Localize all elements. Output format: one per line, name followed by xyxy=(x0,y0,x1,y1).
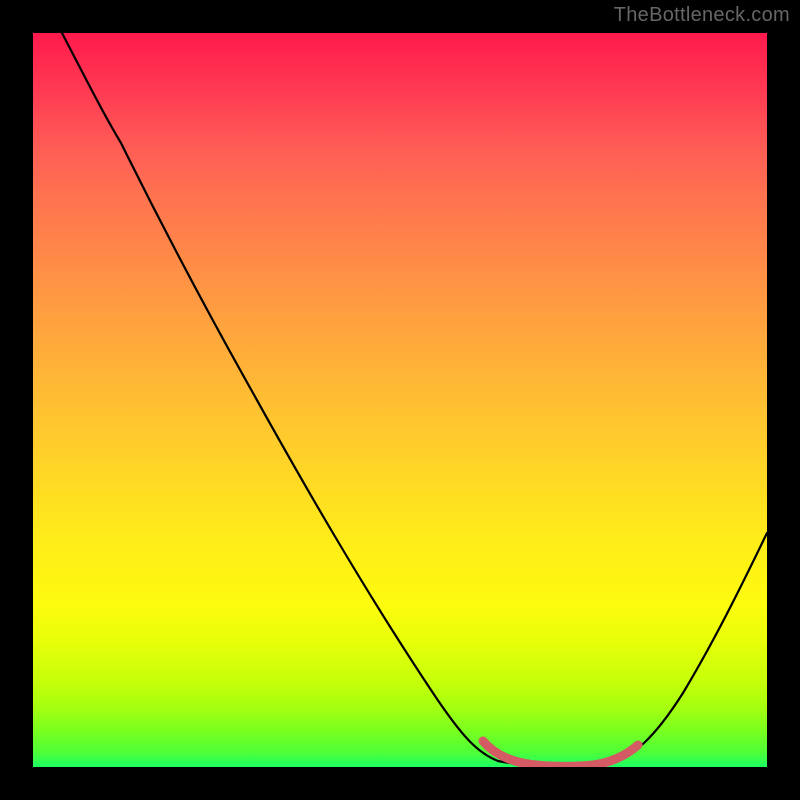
chart-plot-area xyxy=(33,33,767,767)
bottleneck-curve xyxy=(62,33,767,766)
watermark-text: TheBottleneck.com xyxy=(614,4,790,27)
optimal-range-marker xyxy=(483,741,638,766)
chart-curves-svg xyxy=(33,33,767,767)
